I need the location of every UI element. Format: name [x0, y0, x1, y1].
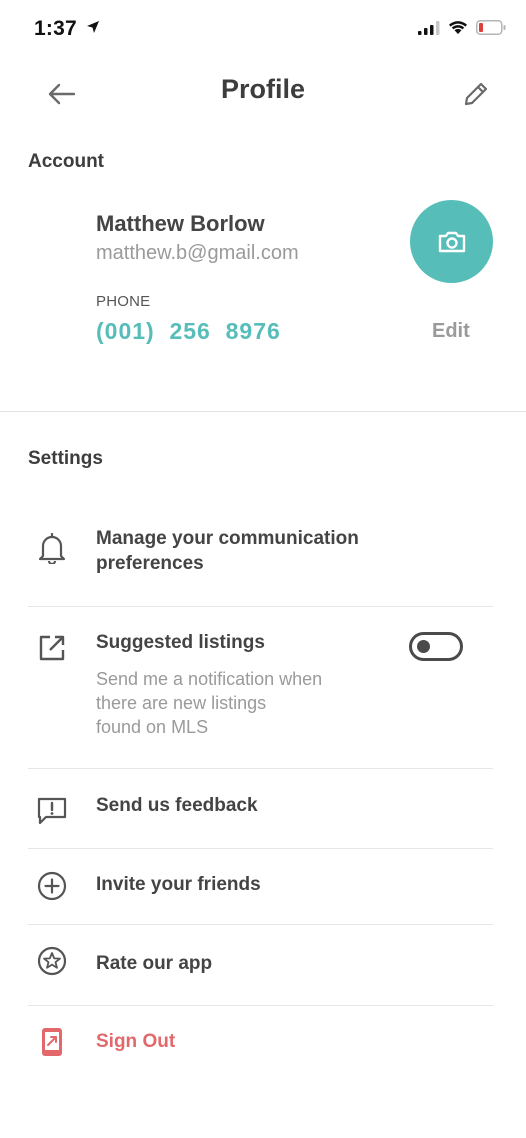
row-divider [28, 606, 493, 607]
location-arrow-icon [86, 21, 99, 33]
account-section-title: Account [28, 151, 104, 172]
section-divider [0, 411, 526, 412]
invite-friends-item[interactable]: Invite your friends [96, 872, 261, 897]
communication-preferences-item[interactable]: Manage your communication preferences [96, 526, 359, 576]
description-line: Send me a notification when [96, 669, 323, 689]
sign-out-icon [34, 1024, 70, 1060]
external-link-icon [34, 630, 70, 666]
edit-account-link[interactable]: Edit [432, 320, 470, 343]
phone-value: (001) 256 8976 [96, 318, 281, 344]
send-feedback-item[interactable]: Send us feedback [96, 793, 258, 818]
status-indicators [418, 20, 506, 35]
communication-preferences-label-line2: preferences [96, 553, 204, 574]
suggested-listings-label: Suggested listings [96, 632, 265, 653]
row-divider [28, 1005, 493, 1006]
wifi-icon [449, 21, 467, 34]
row-divider [28, 848, 493, 849]
row-divider [28, 924, 493, 925]
description-line: found on MLS [96, 717, 209, 737]
battery-icon [476, 20, 506, 35]
plus-circle-icon [34, 868, 70, 904]
edit-profile-button[interactable] [458, 76, 494, 112]
feedback-icon [34, 793, 70, 829]
rate-app-item[interactable]: Rate our app [96, 951, 212, 976]
sign-out-button[interactable]: Sign Out [96, 1029, 175, 1054]
settings-section-title: Settings [28, 448, 103, 469]
communication-preferences-label-line1: Manage your communication [96, 528, 359, 549]
user-email: matthew.b@gmail.com [96, 242, 299, 264]
user-name: Matthew Borlow [96, 211, 265, 236]
page-title: Profile [220, 74, 306, 104]
signal-icon [418, 20, 440, 35]
suggested-listings-description: Send me a notification when there are ne… [96, 667, 376, 739]
star-circle-icon [34, 943, 70, 979]
bell-icon [34, 530, 70, 566]
phone-label: PHONE [96, 293, 151, 310]
suggested-listings-toggle[interactable] [409, 632, 463, 661]
row-divider [28, 768, 493, 769]
status-time: 1:37 [34, 17, 100, 41]
pencil-icon [464, 82, 488, 106]
toggle-knob [417, 640, 430, 653]
camera-icon [438, 231, 465, 252]
change-photo-button[interactable] [410, 200, 493, 283]
description-line: there are new listings [96, 693, 267, 713]
